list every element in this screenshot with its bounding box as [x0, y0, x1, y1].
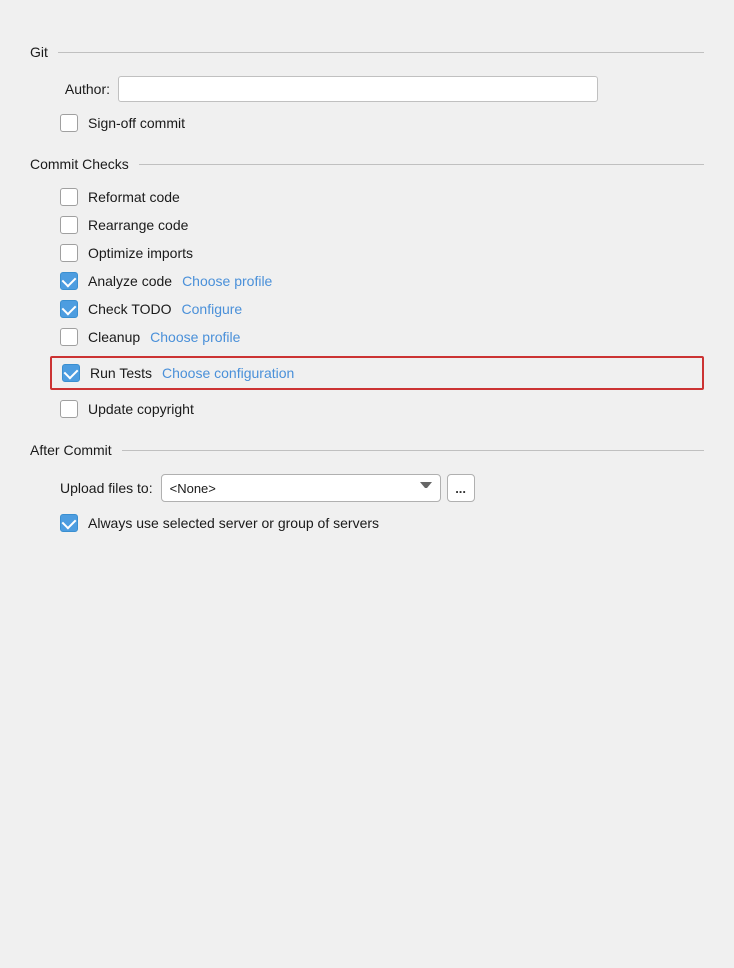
upload-label: Upload files to: — [60, 480, 153, 496]
reformat-checkbox[interactable] — [60, 188, 78, 206]
reformat-label: Reformat code — [88, 189, 180, 205]
check-todo-checkbox[interactable] — [60, 300, 78, 318]
check-todo-label: Check TODO — [88, 301, 172, 317]
ellipsis-button[interactable]: ... — [447, 474, 475, 502]
analyze-choose-profile-link[interactable]: Choose profile — [182, 273, 272, 289]
sign-off-label: Sign-off commit — [88, 115, 185, 131]
git-section-line — [58, 52, 704, 53]
check-todo-configure-link[interactable]: Configure — [182, 301, 243, 317]
list-item: Analyze code Choose profile — [50, 272, 704, 290]
run-tests-checkbox[interactable] — [62, 364, 80, 382]
run-tests-row: Run Tests Choose configuration — [50, 356, 704, 390]
dropdown-arrow-icon — [420, 482, 432, 494]
commit-checks-list: Reformat code Rearrange code Optimize im… — [30, 188, 704, 418]
author-row: Author: — [50, 76, 704, 102]
update-copyright-checkbox[interactable] — [60, 400, 78, 418]
list-item: Cleanup Choose profile — [50, 328, 704, 346]
rearrange-checkbox[interactable] — [60, 216, 78, 234]
analyze-label: Analyze code — [88, 273, 172, 289]
optimize-label: Optimize imports — [88, 245, 193, 261]
run-tests-choose-config-link[interactable]: Choose configuration — [162, 365, 294, 381]
list-item: Update copyright — [50, 400, 704, 418]
sign-off-checkbox[interactable] — [60, 114, 78, 132]
upload-dropdown-value: <None> — [170, 481, 412, 496]
author-label: Author: — [50, 81, 110, 97]
analyze-checkbox[interactable] — [60, 272, 78, 290]
git-section-title: Git — [30, 44, 58, 60]
commit-checks-section-header: Commit Checks — [30, 156, 704, 172]
author-input[interactable] — [118, 76, 598, 102]
list-item: Reformat code — [50, 188, 704, 206]
list-item: Check TODO Configure — [50, 300, 704, 318]
optimize-checkbox[interactable] — [60, 244, 78, 262]
rearrange-label: Rearrange code — [88, 217, 188, 233]
after-commit-title: After Commit — [30, 442, 122, 458]
git-section-header: Git — [30, 44, 704, 60]
always-use-checkbox[interactable] — [60, 514, 78, 532]
always-use-label: Always use selected server or group of s… — [88, 515, 379, 531]
cleanup-checkbox[interactable] — [60, 328, 78, 346]
run-tests-label: Run Tests — [90, 365, 152, 381]
commit-checks-title: Commit Checks — [30, 156, 139, 172]
upload-row: Upload files to: <None> ... — [50, 474, 704, 502]
commit-checks-line — [139, 164, 704, 165]
upload-dropdown[interactable]: <None> — [161, 474, 441, 502]
list-item: Rearrange code — [50, 216, 704, 234]
always-use-row: Always use selected server or group of s… — [50, 514, 704, 532]
after-commit-section-header: After Commit — [30, 442, 704, 458]
sign-off-row: Sign-off commit — [50, 114, 704, 132]
cleanup-label: Cleanup — [88, 329, 140, 345]
update-copyright-label: Update copyright — [88, 401, 194, 417]
after-commit-line — [122, 450, 704, 451]
cleanup-choose-profile-link[interactable]: Choose profile — [150, 329, 240, 345]
list-item: Optimize imports — [50, 244, 704, 262]
